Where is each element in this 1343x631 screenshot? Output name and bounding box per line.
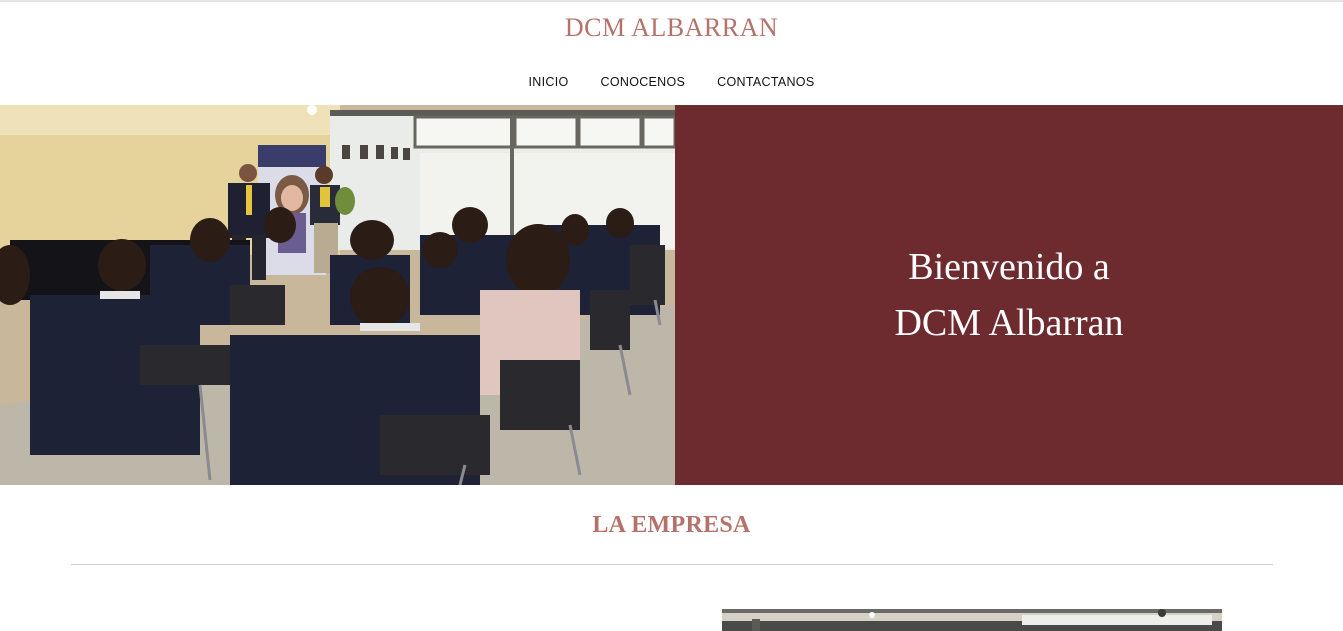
company-photo [722, 609, 1222, 631]
hero-section: Bienvenido a DCM Albarran [0, 105, 1343, 485]
site-title[interactable]: DCM ALBARRAN [0, 13, 1343, 43]
hero-line-2: DCM Albarran [894, 302, 1124, 344]
top-border [0, 0, 1343, 2]
hero-line-1: Bienvenido a [908, 246, 1110, 288]
main-nav: INICIO CONOCENOS CONTACTANOS [0, 75, 1343, 89]
nav-conocenos[interactable]: CONOCENOS [601, 75, 686, 89]
section-title: LA EMPRESA [592, 512, 751, 538]
hero-panel: Bienvenido a DCM Albarran [675, 105, 1343, 485]
hero-photo [0, 105, 675, 485]
section-divider [71, 564, 1273, 565]
hero-heading: Bienvenido a DCM Albarran [894, 239, 1123, 351]
nav-inicio[interactable]: INICIO [529, 75, 569, 89]
nav-contactanos[interactable]: CONTACTANOS [717, 75, 814, 89]
